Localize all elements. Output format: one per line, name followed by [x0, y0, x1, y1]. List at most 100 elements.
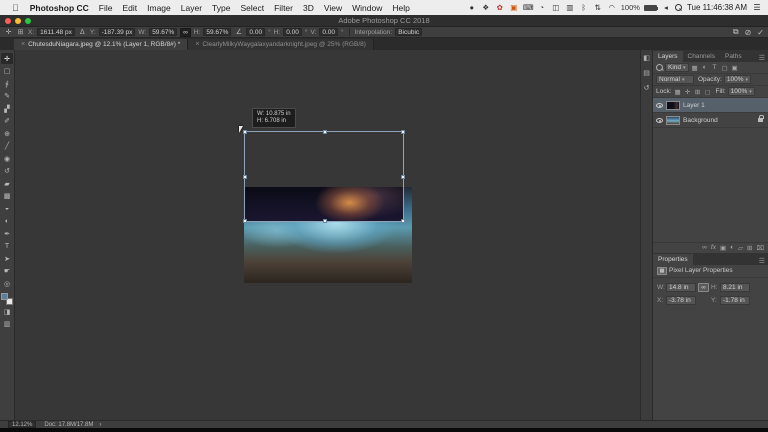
libraries-panel-icon[interactable]: ▤	[643, 69, 650, 77]
red-app-icon[interactable]: ✿	[495, 3, 505, 12]
new-layer-icon[interactable]: ⊞	[747, 244, 752, 252]
x-position-field[interactable]: 1611.48 px	[37, 28, 75, 36]
bluetooth-icon[interactable]: ᛒ	[579, 3, 589, 12]
panel-menu-icon[interactable]: ☰	[756, 54, 768, 62]
delta-toggle-icon[interactable]: Δ	[78, 29, 87, 36]
prop-x-field[interactable]: -3.78 in	[666, 295, 696, 305]
shape-filter-icon[interactable]: ▢	[721, 64, 729, 72]
tab-channels[interactable]: Channels	[683, 51, 720, 62]
screen-mode-icon[interactable]: ▥	[1, 319, 13, 330]
menu-edit[interactable]: Edit	[117, 3, 142, 13]
layer-row-layer1[interactable]: Layer 1	[653, 98, 768, 113]
background-lock-icon[interactable]	[758, 115, 764, 122]
volume-icon[interactable]: ◂	[661, 3, 671, 12]
menubar-clock[interactable]: Tue 11:46:38 AM	[682, 3, 752, 12]
eyedropper-tool-icon[interactable]: ✐	[1, 116, 13, 127]
interpolation-dropdown[interactable]: Bicubic	[395, 28, 423, 36]
v-skew-field[interactable]: 0.00	[319, 28, 339, 36]
cancel-transform-button[interactable]: ⊘	[745, 28, 752, 37]
crop-tool-icon[interactable]: ▞	[1, 103, 13, 114]
foreground-color-swatch[interactable]	[1, 292, 8, 300]
maintain-aspect-ratio-icon[interactable]: ∞	[180, 27, 191, 37]
status-chevron-icon[interactable]: ›	[99, 422, 101, 428]
layer-effects-icon[interactable]: fx	[711, 244, 716, 251]
updown-arrows-icon[interactable]: ⇅	[593, 3, 603, 12]
hand-tool-icon[interactable]: ☛	[1, 266, 13, 277]
dodge-tool-icon[interactable]: ◐	[1, 216, 13, 227]
battery-icon[interactable]	[643, 4, 658, 11]
notification-center-icon[interactable]: ☰	[752, 3, 762, 12]
warp-mode-toggle-icon[interactable]: ⧉	[733, 27, 739, 37]
h-skew-field[interactable]: 0.00	[283, 28, 302, 36]
close-tab-icon[interactable]: ×	[195, 41, 199, 48]
document-tab-inactive[interactable]: × ClearlyMilkyWaygalaxyandarknight.jpeg …	[188, 39, 374, 50]
layer-row-background[interactable]: Background	[653, 113, 768, 128]
document-tab-active[interactable]: × ChutesduNiagara.jpeg @ 12.1% (Layer 1,…	[14, 39, 189, 50]
menu-photoshop[interactable]: Photoshop CC	[25, 3, 94, 13]
path-selection-tool-icon[interactable]: ➤	[1, 253, 13, 264]
transform-handle-bottom-left[interactable]	[243, 219, 247, 223]
smart-object-filter-icon[interactable]: ▣	[731, 64, 739, 72]
lock-all-icon[interactable]: ◻	[704, 88, 712, 96]
tab-layers[interactable]: Layers	[653, 51, 683, 62]
orange-app-icon[interactable]: ▣	[509, 3, 519, 12]
eraser-tool-icon[interactable]: ▰	[1, 178, 13, 189]
free-transform-bounding-box[interactable]	[243, 130, 405, 223]
canvas-area[interactable]: W: 10.875 in H: 6.708 in	[15, 50, 640, 420]
type-filter-icon[interactable]: T	[711, 64, 719, 71]
apple-menu-icon[interactable]: 	[6, 3, 25, 13]
menu-image[interactable]: Image	[142, 3, 176, 13]
width-field[interactable]: 59.67%	[149, 28, 178, 36]
shield-icon[interactable]: ❖	[481, 3, 491, 12]
menu-file[interactable]: File	[94, 3, 118, 13]
gradient-tool-icon[interactable]: ▩	[1, 191, 13, 202]
link-layers-icon[interactable]: ∞	[702, 244, 707, 251]
close-tab-icon[interactable]: ×	[21, 41, 25, 48]
transform-handle-middle-right[interactable]	[401, 175, 405, 179]
lasso-tool-icon[interactable]: ∮	[1, 78, 13, 89]
menu-help[interactable]: Help	[387, 3, 414, 13]
spotlight-icon[interactable]	[674, 4, 682, 11]
panel-menu-icon[interactable]: ☰	[756, 257, 768, 265]
quick-mask-icon[interactable]: ◨	[1, 306, 13, 317]
link-dimensions-icon[interactable]: ∞	[698, 282, 709, 292]
menu-select[interactable]: Select	[235, 3, 269, 13]
time-machine-icon[interactable]: ◔	[537, 3, 547, 12]
blend-mode-dropdown[interactable]: Normal ▾	[656, 75, 694, 84]
layer-visibility-eye-icon[interactable]	[656, 117, 663, 123]
layer1-thumbnail[interactable]	[666, 100, 680, 110]
healing-brush-tool-icon[interactable]: ⊕	[1, 128, 13, 139]
fill-dropdown[interactable]: 100% ▾	[727, 87, 755, 96]
move-tool-icon[interactable]: ✛	[1, 53, 13, 64]
transform-handle-middle-left[interactable]	[243, 175, 247, 179]
transform-handle-top-right[interactable]	[401, 130, 405, 134]
layer-group-icon[interactable]: ▱	[738, 244, 743, 252]
opacity-dropdown[interactable]: 100% ▾	[723, 75, 751, 84]
prop-width-field[interactable]: 14.8 in	[666, 282, 696, 292]
background-thumbnail[interactable]	[666, 115, 680, 125]
dot-icon[interactable]: ●	[467, 3, 477, 12]
zoom-level-field[interactable]: 12.12%	[8, 421, 37, 428]
rotation-field[interactable]: 0.00	[246, 28, 266, 36]
reference-point-icon[interactable]: ⊞	[16, 28, 25, 36]
menu-window[interactable]: Window	[347, 3, 387, 13]
blur-tool-icon[interactable]: ◒	[1, 203, 13, 214]
commit-transform-button[interactable]: ✓	[757, 28, 764, 37]
menu-view[interactable]: View	[319, 3, 347, 13]
layer-mask-icon[interactable]: ▣	[720, 244, 726, 252]
history-brush-tool-icon[interactable]: ↺	[1, 166, 13, 177]
layer-visibility-eye-icon[interactable]	[656, 102, 663, 108]
wifi-icon[interactable]: ◠	[607, 3, 617, 12]
display-icon[interactable]: ▥	[565, 3, 575, 12]
menu-filter[interactable]: Filter	[269, 3, 298, 13]
pen-tool-icon[interactable]: ✒	[1, 228, 13, 239]
lock-transparency-icon[interactable]: ▦	[674, 88, 682, 96]
zoom-tool-icon[interactable]: ◎	[1, 278, 13, 289]
brush-tool-icon[interactable]: ╱	[1, 141, 13, 152]
lock-position-icon[interactable]: ⊞	[694, 88, 702, 96]
delete-layer-icon[interactable]: ⌧	[757, 244, 765, 252]
layer-name[interactable]: Background	[683, 117, 718, 124]
tab-properties[interactable]: Properties	[653, 253, 693, 265]
prop-y-field[interactable]: -1.78 in	[720, 295, 750, 305]
prop-height-field[interactable]: 8.21 in	[720, 282, 750, 292]
